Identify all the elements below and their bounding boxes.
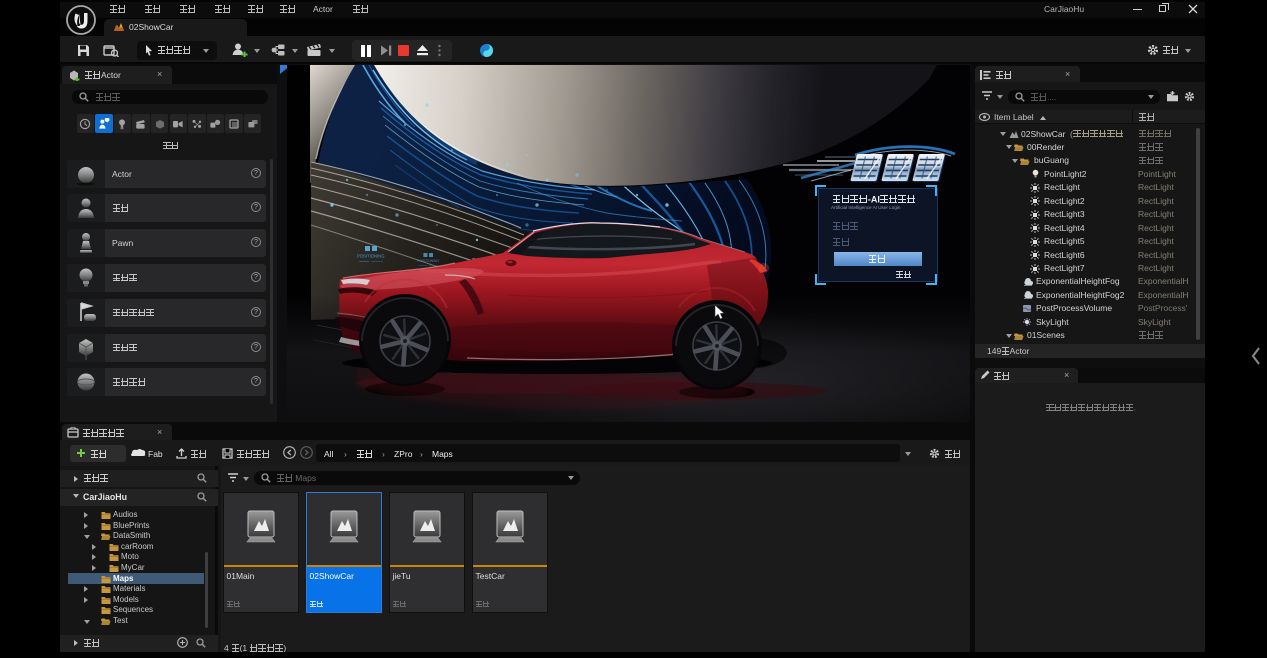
svg-text:POSITIONING: POSITIONING — [417, 259, 439, 263]
svg-text:POSITIONING: POSITIONING — [357, 254, 384, 259]
